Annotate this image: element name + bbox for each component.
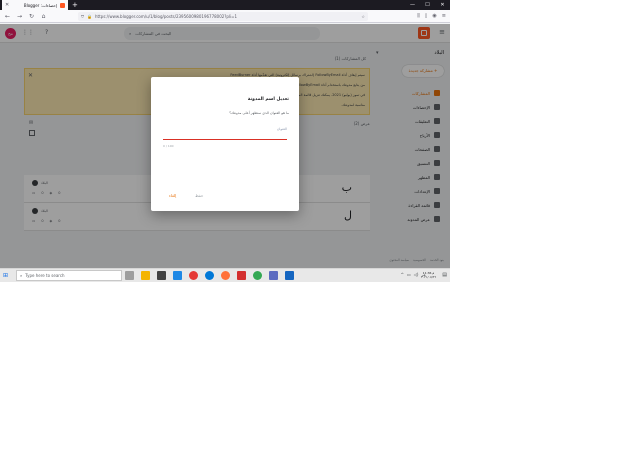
chevron-up-icon[interactable]: ^ xyxy=(401,272,404,277)
url-text[interactable]: https://www.blogger.com/u/1/blog/posts/2… xyxy=(95,14,358,19)
taskbar-search-placeholder: Type here to search xyxy=(25,273,65,278)
shield-icon[interactable]: ⛉ xyxy=(81,14,84,19)
app-icon[interactable] xyxy=(269,271,278,280)
search-icon: ⌕ xyxy=(20,273,23,278)
dialog-description: ما هو العنوان الذي ستظهر أعلى مدونتك؟ xyxy=(229,111,289,115)
library-icon[interactable]: ⫼ xyxy=(417,13,419,19)
character-counter: 0 / 100 xyxy=(163,144,174,148)
navigation-toolbar: ← → ↻ ⌂ ⛉ 🔒 https://www.blogger.com/u/1/… xyxy=(0,10,450,23)
store-icon[interactable] xyxy=(157,271,166,280)
reload-icon[interactable]: ↻ xyxy=(28,13,35,20)
lock-icon[interactable]: 🔒 xyxy=(87,14,92,19)
sidebar-icon[interactable]: ▯ xyxy=(425,13,428,19)
clock[interactable]: 11:36 م ٢٠٢١/٠٥/٢٦ xyxy=(421,271,436,279)
back-icon[interactable]: ← xyxy=(4,13,11,20)
new-tab-button[interactable]: + xyxy=(72,1,78,9)
taskbar-search[interactable]: ⌕ Type here to search xyxy=(16,270,122,281)
address-bar[interactable]: ⛉ 🔒 https://www.blogger.com/u/1/blog/pos… xyxy=(78,12,368,21)
browser-tab[interactable]: إحصاءات: Blogger ✕ xyxy=(2,0,68,10)
edit-title-dialog: تعديل اسم المدونة ما هو العنوان الذي ستظ… xyxy=(151,77,299,211)
app-icon[interactable] xyxy=(237,271,246,280)
tab-title: إحصاءات: Blogger xyxy=(23,2,57,8)
maximize-icon[interactable]: ☐ xyxy=(420,0,435,10)
word-icon[interactable] xyxy=(285,271,294,280)
chrome-icon[interactable] xyxy=(253,271,262,280)
home-icon[interactable]: ⌂ xyxy=(40,13,47,20)
blogger-favicon-icon xyxy=(60,2,65,8)
menu-icon[interactable]: ≡ xyxy=(442,13,446,19)
cancel-button[interactable]: إلغاء xyxy=(169,193,176,198)
volume-icon[interactable]: ◁) xyxy=(414,272,419,277)
tab-strip: إحصاءات: Blogger ✕ + — ☐ ✕ xyxy=(0,0,450,10)
mail-app-icon[interactable] xyxy=(173,271,182,280)
opera-icon[interactable] xyxy=(189,271,198,280)
save-button[interactable]: حفظ xyxy=(195,193,203,198)
file-explorer-icon[interactable] xyxy=(141,271,150,280)
window-controls: — ☐ ✕ xyxy=(405,0,450,10)
close-tab-icon[interactable]: ✕ xyxy=(5,2,9,8)
windows-start-icon[interactable]: ⊞ xyxy=(3,272,8,279)
minimize-icon[interactable]: — xyxy=(405,0,420,10)
title-input[interactable] xyxy=(163,133,287,140)
bookmark-star-icon[interactable]: ☆ xyxy=(361,14,365,19)
notification-icon[interactable]: ▤ xyxy=(442,272,447,278)
windows-taskbar: ⊞ ⌕ Type here to search ^ ▭ ◁) عر 11:36 … xyxy=(0,268,450,282)
account-icon[interactable]: ◉ xyxy=(432,13,436,19)
task-view-icon[interactable] xyxy=(125,271,134,280)
edge-icon[interactable] xyxy=(205,271,214,280)
title-field-label: العنوان xyxy=(276,127,287,131)
dialog-title: تعديل اسم المدونة xyxy=(247,97,289,102)
blogger-page: مح ⋮⋮ ? ⌕ البحث في المشاركات ≡ كل المشار… xyxy=(0,24,450,268)
forward-icon[interactable]: → xyxy=(16,13,23,20)
clock-date: ٢٠٢١/٠٥/٢٦ xyxy=(421,275,436,279)
toolbar-right: ⫼ ▯ ◉ ≡ xyxy=(417,13,446,19)
close-window-icon[interactable]: ✕ xyxy=(435,0,450,10)
firefox-icon[interactable] xyxy=(221,271,230,280)
network-icon[interactable]: ▭ xyxy=(407,272,411,277)
screen: إحصاءات: Blogger ✕ + — ☐ ✕ ← → ↻ ⌂ ⛉ 🔒 h… xyxy=(0,0,450,282)
pinned-apps xyxy=(125,271,294,280)
